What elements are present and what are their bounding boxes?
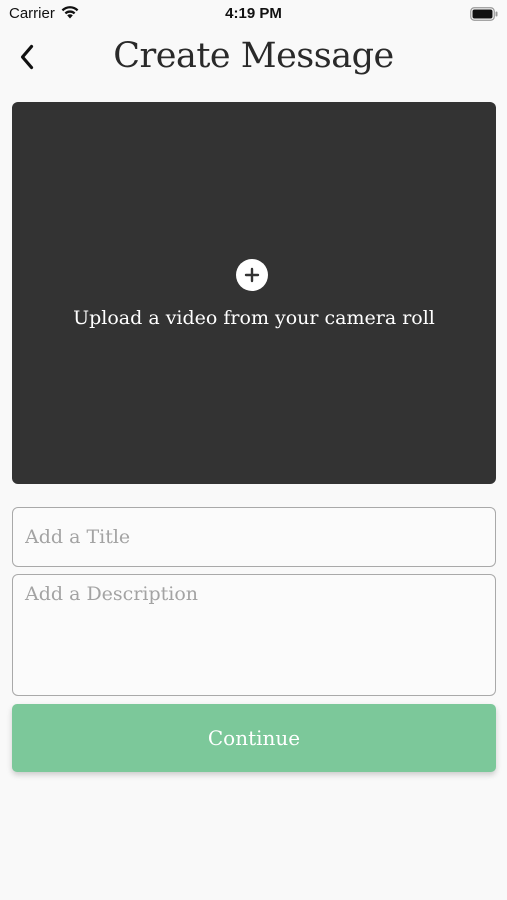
continue-button[interactable]: Continue bbox=[12, 704, 496, 772]
plus-circle-icon bbox=[236, 259, 268, 291]
status-time: 4:19 PM bbox=[225, 5, 282, 22]
page-title: Create Message bbox=[113, 36, 394, 76]
upload-label: Upload a video from your camera roll bbox=[73, 307, 435, 329]
title-input[interactable] bbox=[12, 507, 496, 567]
upload-video-area[interactable]: Upload a video from your camera roll bbox=[12, 102, 496, 484]
status-bar: Carrier 4:19 PM bbox=[0, 0, 507, 28]
description-input[interactable] bbox=[12, 574, 496, 696]
battery-icon bbox=[470, 6, 498, 25]
header: Create Message bbox=[0, 28, 507, 92]
